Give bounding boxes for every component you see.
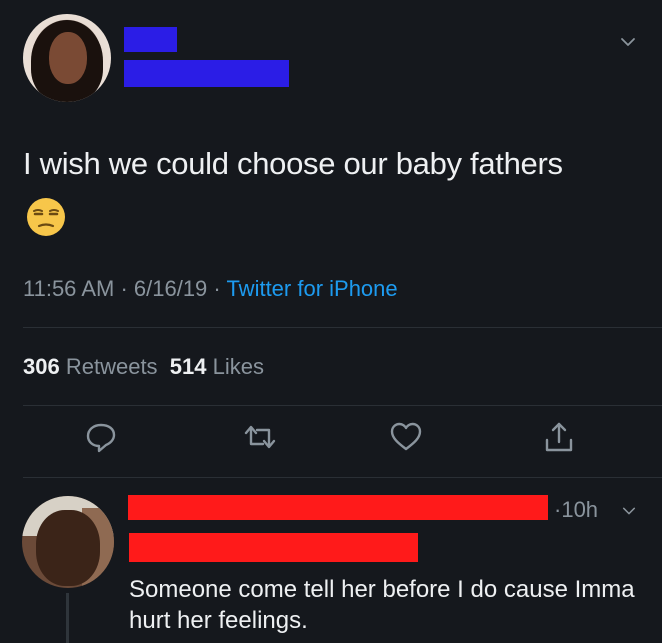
author-avatar[interactable] (23, 14, 111, 102)
redacted-replying-to (129, 533, 418, 562)
thread-line (66, 593, 69, 643)
meta-separator: · (114, 276, 134, 301)
tweet-stats: 306 Retweets 514 Likes (23, 354, 264, 380)
reply-time: 10h (561, 497, 599, 522)
retweets-label[interactable]: Retweets (66, 354, 158, 379)
divider (23, 405, 662, 406)
tweet-time: 11:56 AM (23, 276, 115, 301)
tweet-source-link[interactable]: Twitter for iPhone (226, 276, 397, 301)
divider (23, 477, 662, 478)
tweet-date[interactable]: 6/16/19 (134, 276, 207, 301)
redacted-display-name (124, 27, 177, 52)
tweet-meta: 11:56 AM · 6/16/19 · Twitter for iPhone (23, 276, 398, 302)
meta-separator: · (207, 276, 227, 301)
retweet-icon[interactable] (243, 420, 277, 454)
likes-label[interactable]: Likes (213, 354, 264, 379)
chevron-down-icon[interactable] (622, 504, 636, 518)
tweet-text: I wish we could choose our baby fathers (23, 146, 563, 181)
chevron-down-icon[interactable] (620, 34, 636, 50)
divider (23, 327, 662, 328)
redacted-reply-names (128, 495, 548, 520)
redacted-username (124, 60, 289, 87)
unamused-face-icon (27, 198, 65, 236)
reply-text: Someone come tell her before I do cause … (129, 576, 635, 634)
retweets-count[interactable]: 306 (23, 354, 60, 379)
likes-count[interactable]: 514 (170, 354, 207, 379)
reply-timestamp: ·10h (554, 497, 598, 523)
reply-author-avatar[interactable] (22, 496, 114, 588)
heart-icon[interactable] (389, 420, 423, 454)
share-icon[interactable] (542, 420, 576, 454)
speech-bubble-icon[interactable] (84, 420, 118, 454)
